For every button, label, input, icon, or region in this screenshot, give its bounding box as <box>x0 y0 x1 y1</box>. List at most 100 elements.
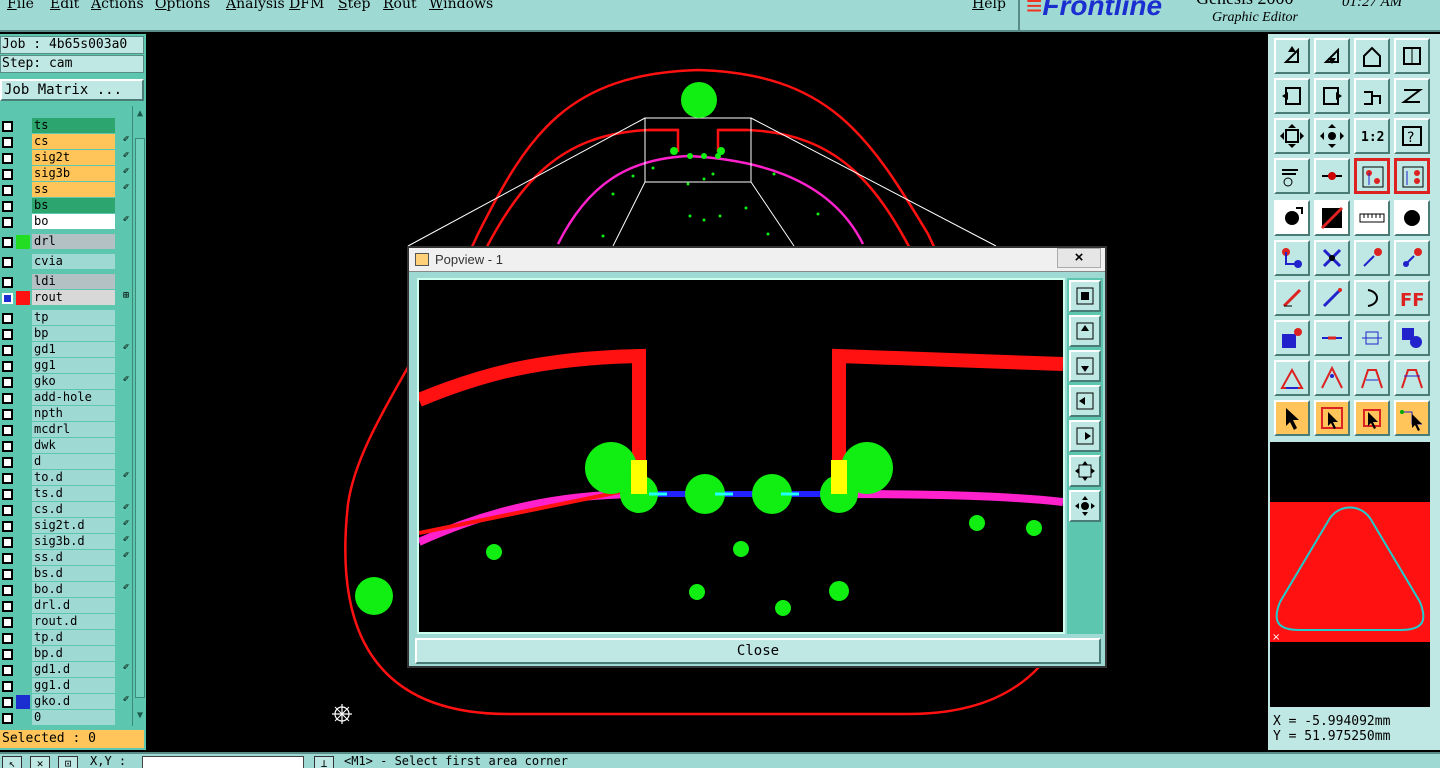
layer-checkbox[interactable] <box>2 569 13 580</box>
menu-actions[interactable]: Actions <box>91 0 144 12</box>
layer-name[interactable]: gd1 <box>32 342 115 357</box>
layer-name[interactable]: bp <box>32 326 115 341</box>
menu-step[interactable]: Step <box>338 0 370 12</box>
xy-input[interactable] <box>142 756 304 768</box>
fit-all-icon[interactable] <box>1274 118 1310 154</box>
layer-row-bo.d[interactable]: bo.d ✐ <box>0 582 132 598</box>
layer-name[interactable]: bs <box>32 198 115 213</box>
layer-row-ss[interactable]: ss ✐ <box>0 182 132 198</box>
popview-pan-left-icon[interactable] <box>1069 385 1101 417</box>
connect-icon[interactable] <box>1274 240 1310 276</box>
grid-icon[interactable] <box>1394 38 1430 74</box>
layer-checkbox[interactable] <box>2 681 13 692</box>
popview-titlebar[interactable]: Popview - 1 × <box>409 248 1105 272</box>
layer-name[interactable]: gko <box>32 374 115 389</box>
pointer-icon[interactable] <box>1274 400 1310 436</box>
line-draw-icon[interactable] <box>1314 280 1350 316</box>
triangle-a-icon[interactable] <box>1274 360 1310 396</box>
layer-row-ldi[interactable]: ldi <box>0 274 132 290</box>
layer-checkbox[interactable] <box>2 521 13 532</box>
layer-row-ss.d[interactable]: ss.d ✐ <box>0 550 132 566</box>
layer-name[interactable]: sig2t.d <box>32 518 115 533</box>
layer-row-mcdrl[interactable]: mcdrl <box>0 422 132 438</box>
menu-options[interactable]: Options <box>155 0 210 12</box>
home-icon[interactable] <box>1354 38 1390 74</box>
layer-row-drl[interactable]: drl <box>0 234 132 250</box>
popview-pan-right-icon[interactable] <box>1069 420 1101 452</box>
popview-pan-down-icon[interactable] <box>1069 350 1101 382</box>
snap-tool-icon[interactable]: ⊡ <box>58 756 78 768</box>
layer-name[interactable]: drl <box>32 234 115 249</box>
layer-checkbox[interactable] <box>2 237 13 248</box>
scroll-down-icon[interactable]: ▼ <box>134 710 146 722</box>
popview-fit-icon[interactable] <box>1069 455 1101 487</box>
ff-icon[interactable]: FF <box>1394 280 1430 316</box>
layer-row-drl.d[interactable]: drl.d <box>0 598 132 614</box>
layer-name[interactable]: 0 <box>32 710 115 725</box>
layer-name[interactable]: ss <box>32 182 115 197</box>
line-minus-icon[interactable] <box>1314 320 1350 356</box>
layer-row-gko.d[interactable]: gko.d ✐ <box>0 694 132 710</box>
route-select-icon[interactable] <box>1354 158 1390 194</box>
pin-icon[interactable]: ⊥ <box>314 756 334 768</box>
layer-row-bp.d[interactable]: bp.d <box>0 646 132 662</box>
layer-row-sig2t.d[interactable]: sig2t.d ✐ <box>0 518 132 534</box>
layer-name[interactable]: dwk <box>32 438 115 453</box>
layer-row-gd1[interactable]: gd1 ✐ <box>0 342 132 358</box>
layer-name[interactable]: bo <box>32 214 115 229</box>
layer-row-rout[interactable]: rout ⊞ <box>0 290 132 306</box>
layer-checkbox[interactable] <box>2 713 13 724</box>
flip-icon[interactable] <box>1354 78 1390 114</box>
pointer-net-icon[interactable] <box>1394 400 1430 436</box>
pad-add-icon[interactable] <box>1274 320 1310 356</box>
pointer-square-icon[interactable] <box>1354 400 1390 436</box>
layer-checkbox[interactable] <box>2 457 13 468</box>
menu-edit[interactable]: Edit <box>50 0 79 12</box>
layer-checkbox[interactable] <box>2 277 13 288</box>
layer-checkbox[interactable] <box>2 313 13 324</box>
layer-checkbox[interactable] <box>2 185 13 196</box>
layer-checkbox[interactable] <box>2 489 13 500</box>
layer-name[interactable]: gg1 <box>32 358 115 373</box>
layer-row-rout.d[interactable]: rout.d <box>0 614 132 630</box>
menu-help[interactable]: Help <box>972 0 1006 12</box>
layer-down-icon[interactable] <box>1314 38 1350 74</box>
layer-checkbox[interactable] <box>2 257 13 268</box>
layer-name[interactable]: mcdrl <box>32 422 115 437</box>
layer-name[interactable]: gd1.d <box>32 662 115 677</box>
layer-row-bs[interactable]: bs <box>0 198 132 214</box>
layer-row-ts.d[interactable]: ts.d <box>0 486 132 502</box>
help-icon[interactable]: ? <box>1394 118 1430 154</box>
layer-row-cs[interactable]: cs ✐ <box>0 134 132 150</box>
layer-name[interactable]: add-hole <box>32 390 115 405</box>
layer-row-tp[interactable]: tp <box>0 310 132 326</box>
center-icon[interactable] <box>1314 118 1350 154</box>
layer-row-gg1.d[interactable]: gg1.d <box>0 678 132 694</box>
layer-checkbox[interactable] <box>2 585 13 596</box>
layer-row-sig3b.d[interactable]: sig3b.d ✐ <box>0 534 132 550</box>
layer-checkbox[interactable] <box>2 473 13 484</box>
layer-name[interactable]: sig3b <box>32 166 115 181</box>
layer-checkbox[interactable] <box>2 293 13 304</box>
layer-checkbox[interactable] <box>2 345 13 356</box>
ruler-icon[interactable] <box>1354 200 1390 236</box>
cross-icon[interactable] <box>1314 240 1350 276</box>
layer-checkbox[interactable] <box>2 153 13 164</box>
layer-checkbox[interactable] <box>2 425 13 436</box>
layer-name[interactable]: bp.d <box>32 646 115 661</box>
layer-checkbox[interactable] <box>2 665 13 676</box>
layer-name[interactable]: sig2t <box>32 150 115 165</box>
layer-checkbox[interactable] <box>2 377 13 388</box>
pan-left-icon[interactable] <box>1274 78 1310 114</box>
popview-pan-up-icon[interactable] <box>1069 315 1101 347</box>
layer-name[interactable]: tp.d <box>32 630 115 645</box>
layer-checkbox[interactable] <box>2 601 13 612</box>
cancel-tool-icon[interactable]: ✕ <box>30 756 50 768</box>
menu-file[interactable]: File <box>7 0 34 12</box>
layer-up-icon[interactable] <box>1274 38 1310 74</box>
layer-checkbox[interactable] <box>2 697 13 708</box>
layer-row-gg1[interactable]: gg1 <box>0 358 132 374</box>
layer-row-sig2t[interactable]: sig2t ✐ <box>0 150 132 166</box>
layer-name[interactable]: tp <box>32 310 115 325</box>
job-matrix-button[interactable]: Job Matrix ... <box>0 79 144 101</box>
